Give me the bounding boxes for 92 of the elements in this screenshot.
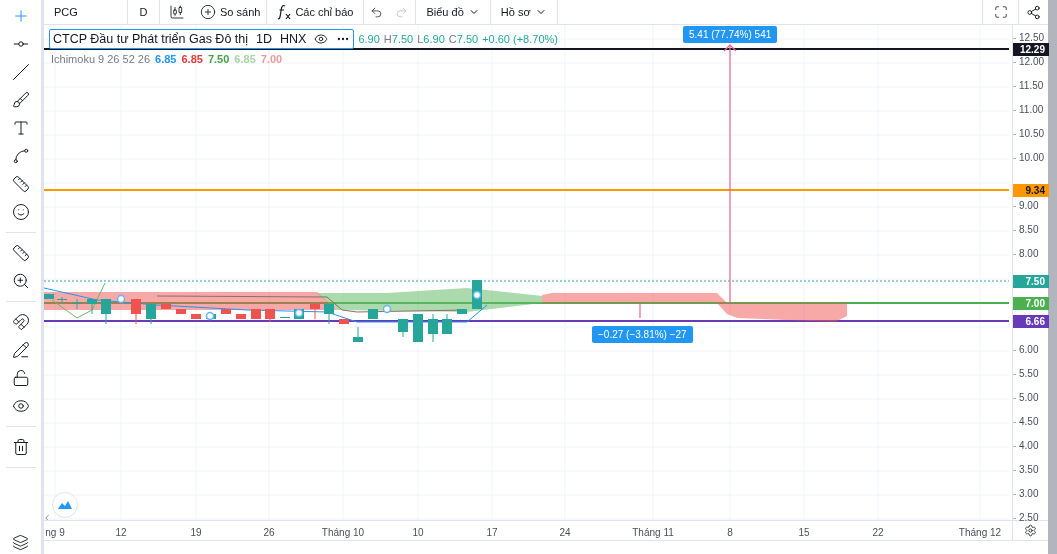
chart-menu-button[interactable]: Biểu đồ (416, 0, 491, 24)
profile-menu-button[interactable]: Hồ sơ (490, 0, 558, 24)
compare-button[interactable]: So sánh (194, 0, 268, 24)
price-label: 2.50 (1019, 512, 1039, 524)
candle (251, 308, 261, 320)
measure-label: 5.41 (77.74%) 541 (683, 26, 778, 43)
exchange-text: HNX (280, 30, 307, 48)
candle (457, 308, 467, 315)
logo-icon[interactable] (52, 492, 78, 518)
candle (146, 303, 156, 325)
function-icon (277, 4, 292, 20)
plus-circle-icon (200, 4, 216, 20)
ohlc-value: C7.50 (448, 31, 479, 47)
candle (398, 318, 408, 338)
symbol-legend[interactable]: CTCP Đầu tư Phát triển Gas Đô thị 1D HNX (49, 29, 355, 49)
candle (324, 303, 334, 325)
price-label: 5.50 (1019, 368, 1039, 380)
candle (428, 313, 438, 343)
candle (280, 316, 290, 319)
price-label: 3.50 (1019, 464, 1039, 476)
date-label: 10 (412, 526, 424, 540)
candle (221, 308, 231, 315)
candle (339, 318, 349, 325)
eye-icon (314, 32, 329, 46)
interval-text: 1D (256, 30, 272, 48)
price-tag: 12.29 (1013, 43, 1049, 56)
symbol-name: CTCP Đầu tư Phát triển Gas Đô thị (53, 30, 249, 48)
scrollbar[interactable] (1048, 0, 1057, 554)
ohlc-value: H7.50 (383, 31, 414, 47)
price-label: 10.00 (1019, 152, 1045, 164)
indicator-name: Ichimoku 9 26 52 26 (51, 52, 151, 67)
candle (442, 313, 452, 335)
candle (368, 308, 378, 320)
price-label: 3.00 (1019, 488, 1039, 500)
measure-line (639, 302, 641, 319)
price-label: 12.00 (1019, 56, 1045, 68)
date-label: Tháng 12 (958, 526, 1002, 540)
indicator-value: 6.85 (155, 52, 177, 67)
price-label: 10.50 (1019, 128, 1045, 140)
date-label: 19 (190, 526, 202, 540)
price-label: 11.00 (1019, 104, 1044, 116)
measure-label: −0.27 (−3.81%) −27 (592, 326, 693, 343)
date-label: 22 (872, 526, 884, 540)
date-label: 12 (115, 526, 127, 540)
price-label: 8.00 (1019, 248, 1039, 260)
candle (72, 298, 82, 310)
price-label: 6.00 (1019, 344, 1039, 356)
price-tag: 9.34 (1013, 184, 1049, 197)
candle (176, 308, 186, 315)
price-label: 5.00 (1019, 392, 1039, 404)
candle (413, 313, 423, 343)
indicator-value: 6.85 (234, 52, 256, 67)
marker-icon (382, 304, 392, 314)
candle (57, 296, 67, 304)
indicator-value: 7.50 (207, 52, 230, 67)
change-value: +0.60 (+8.70%) (482, 31, 558, 47)
candle (131, 298, 141, 325)
date-label: 15 (798, 526, 810, 540)
ohlc-value: L6.90 (417, 31, 445, 47)
indicator-value: 7.00 (260, 52, 283, 67)
date-label: Tháng 10 (321, 526, 365, 540)
candle (87, 298, 97, 315)
price-label: 4.00 (1019, 440, 1039, 452)
indicators-button[interactable]: Các chỉ báo (267, 0, 365, 24)
candle (44, 293, 54, 300)
candle (353, 326, 363, 343)
candle (191, 313, 201, 320)
marker-icon (472, 290, 482, 300)
candle (161, 303, 171, 310)
candle (236, 313, 246, 320)
symbol-field[interactable]: PCG (44, 0, 128, 24)
indicator-value: 6.85 (181, 52, 203, 67)
date-label: 8 (727, 526, 733, 540)
ohlc-value: 6.90 (358, 31, 380, 47)
interval-button[interactable]: D (128, 0, 160, 24)
candle (101, 298, 111, 325)
price-label: 11.50 (1019, 80, 1044, 92)
price-tag: 7.50 (1013, 275, 1049, 288)
date-label: 17 (486, 526, 498, 540)
date-label: 24 (559, 526, 571, 540)
candle (265, 308, 275, 323)
price-label: 4.50 (1019, 416, 1039, 428)
candle (310, 303, 320, 320)
price-label: 8.50 (1019, 224, 1039, 236)
price-label: 9.00 (1019, 200, 1039, 212)
date-label: 26 (263, 526, 275, 540)
price-tag: 7.00 (1013, 297, 1049, 310)
price-tag: 6.66 (1013, 315, 1049, 328)
marker-icon (116, 294, 126, 304)
date-label: Tháng 11 (632, 526, 674, 540)
date-label: ng 9 (45, 526, 65, 540)
price-label: 12.50 (1019, 32, 1045, 44)
